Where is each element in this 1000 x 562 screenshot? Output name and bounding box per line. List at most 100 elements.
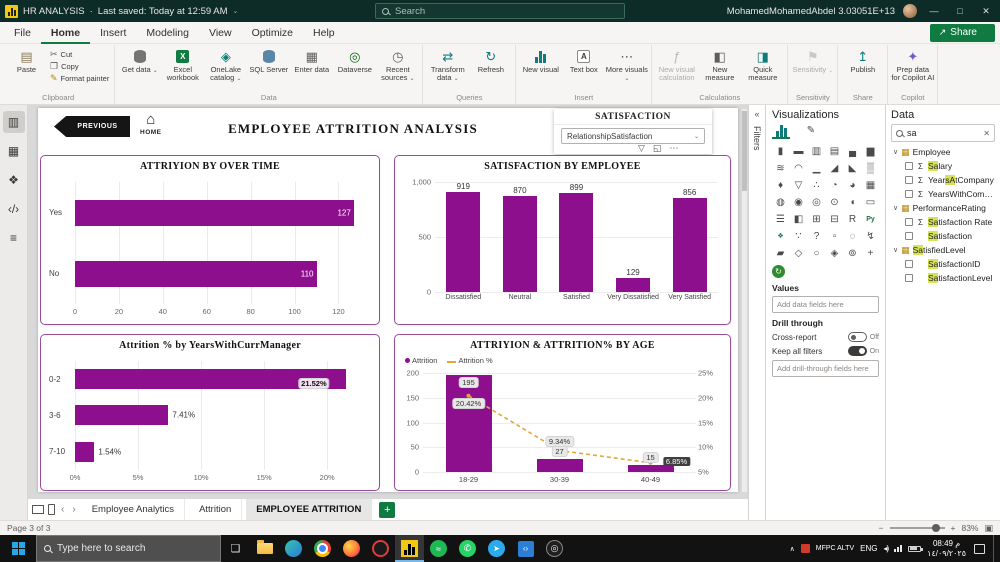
area-chart-icon[interactable]: ◠ [790, 160, 807, 176]
satisfaction-slicer[interactable]: SATISFACTION RelationshipSatisfaction ⌄ [554, 109, 712, 154]
power-bi-taskbar-button[interactable] [395, 535, 424, 562]
maximize-button[interactable]: □ [951, 6, 969, 16]
refresh-button[interactable]: ↻ Refresh [469, 45, 512, 74]
bar-satisfied[interactable] [559, 193, 594, 292]
new-visual-calculation-button[interactable]: ƒ New visual calculation [655, 45, 698, 83]
new-visual-button[interactable]: New visual [519, 45, 562, 74]
report-view[interactable]: ▥ [2, 111, 25, 133]
global-search-box[interactable]: Search [375, 3, 625, 19]
clustered-column-chart-icon[interactable]: ▤ [826, 143, 843, 159]
share-button[interactable]: ↗ Share ⌄ [929, 23, 995, 42]
previous-button[interactable]: PREVIOUS [54, 116, 130, 137]
key-influencers-icon[interactable]: ∵ [790, 228, 807, 244]
field-row-yearsatcompany[interactable]: Σ YearsAtCompany [891, 173, 995, 187]
bar-18-29[interactable] [445, 375, 492, 472]
pie-chart-icon[interactable]: ◔ [826, 177, 843, 193]
decomposition-tree-icon[interactable]: ? [808, 228, 825, 244]
arcgis-map-icon[interactable]: ◇ [790, 245, 807, 261]
more-visuals-button[interactable]: ⋯ More visuals ⌄ [605, 45, 648, 83]
collapse-icon[interactable]: ∨ [893, 204, 898, 212]
zoom-in-icon[interactable]: + [951, 523, 956, 533]
copy-button[interactable]: ❐ Copy [48, 62, 111, 72]
field-checkbox[interactable] [905, 218, 913, 226]
filter-icon[interactable]: ▽ [638, 143, 645, 154]
get-more-visuals-icon[interactable]: ↻ [772, 265, 785, 278]
zoom-slider[interactable] [889, 524, 945, 532]
format-painter-button[interactable]: ✎ Format painter [48, 74, 111, 84]
fit-to-page-icon[interactable]: ▣ [984, 523, 993, 534]
tray-app-icon[interactable] [800, 544, 810, 553]
bar-dissatisfied[interactable] [446, 192, 481, 292]
more-options-icon[interactable]: ⋯ [669, 143, 678, 154]
gauge-icon[interactable]: ◖ [844, 194, 861, 210]
canvas-scrollbar[interactable] [742, 109, 747, 492]
treemap-icon[interactable]: ▦ [862, 177, 879, 193]
field-row-satisfaction-rate[interactable]: Σ Satisfaction Rate [891, 215, 995, 229]
menu-tab-view[interactable]: View [199, 22, 242, 44]
field-checkbox[interactable] [905, 190, 913, 198]
format-visual-tab[interactable]: ✎ [802, 123, 820, 139]
100-stacked-column-chart-icon[interactable]: ▆ [862, 143, 879, 159]
collapse-icon[interactable]: ∨ [893, 246, 898, 254]
onelake-catalog-button[interactable]: ◈ OneLake catalog ⌄ [204, 45, 247, 83]
menu-tab-insert[interactable]: Insert [90, 22, 136, 44]
bar-very-satisfied[interactable] [672, 197, 707, 292]
cross-report-toggle[interactable] [847, 332, 867, 342]
drill-through-field-well[interactable]: Add drill-through fields here [772, 360, 879, 377]
chart-attrition-by-overtime[interactable]: ATTRIYION BY OVER TIME Yes 127 No 110 0 20 40 6… [40, 155, 380, 325]
chart-satisfaction-by-employee[interactable]: SATISFACTION BY EMPLOYEE 0 500 1,000 919 Dis… [394, 155, 731, 325]
clear-search-icon[interactable]: ✕ [983, 129, 990, 138]
python-visual-icon[interactable]: ❖ [772, 228, 789, 244]
minimize-button[interactable]: — [925, 6, 943, 16]
recent-sources-button[interactable]: ◷ Recent sources ⌄ [376, 45, 419, 83]
zoom-slider-thumb[interactable] [932, 524, 941, 532]
opera-taskbar-button[interactable] [366, 535, 395, 562]
model-view[interactable]: ❖ [3, 169, 25, 191]
desktop-view-icon[interactable] [32, 505, 44, 514]
slicer-icon[interactable]: ⊞ [808, 211, 825, 227]
clock[interactable]: 08:49 م ١٤/٠٩/٢٠٢٥ [927, 539, 966, 558]
bar-30-39[interactable] [536, 458, 583, 472]
power-apps-icon[interactable]: ○ [808, 245, 825, 261]
scatter-chart-icon[interactable]: ∴ [808, 177, 825, 193]
expand-panel-icon[interactable]: « [754, 109, 759, 119]
firefox-taskbar-button[interactable] [337, 535, 366, 562]
bar-very-dissatisfied[interactable] [616, 277, 651, 292]
matrix-icon[interactable]: R [844, 211, 861, 227]
autosave-dropdown-icon[interactable]: ⌄ [233, 7, 239, 15]
start-button[interactable] [0, 535, 36, 562]
bar-yes[interactable]: 127 [75, 199, 354, 226]
paste-button[interactable]: ▤ Paste [5, 45, 48, 74]
line-and-stacked-column-chart-icon[interactable]: ◢ [826, 160, 843, 176]
get-data-button[interactable]: Get data ⌄ [118, 45, 161, 75]
focus-mode-icon[interactable]: ◱ [653, 143, 662, 154]
values-field-well[interactable]: Add data fields here [772, 296, 879, 313]
collapse-icon[interactable]: ∨ [893, 148, 898, 156]
field-row-yearswithcompany[interactable]: ΣYearsWithCompany [891, 187, 995, 201]
edge-taskbar-button[interactable] [279, 535, 308, 562]
battery-icon[interactable] [908, 545, 923, 552]
enter-data-button[interactable]: ▦ Enter data [290, 45, 333, 74]
menu-tab-optimize[interactable]: Optimize [242, 22, 303, 44]
mobile-view-icon[interactable] [48, 504, 55, 515]
kpi-icon[interactable]: ◧ [790, 211, 807, 227]
hidden-icons-chevron[interactable]: ∧ [790, 545, 795, 553]
bar-7-10[interactable]: 1.54% [75, 441, 121, 462]
quick-measure-button[interactable]: ◨ Quick measure [741, 45, 784, 83]
page-tab-attrition[interactable]: Attrition [189, 498, 243, 521]
dax-query-view[interactable]: ‹/› [3, 198, 25, 220]
field-row-satisfactionlevel[interactable]: SatisfactionLevel [891, 271, 995, 285]
scrollbar-thumb[interactable] [742, 111, 747, 191]
field-checkbox[interactable] [905, 176, 913, 184]
line-chart-icon[interactable]: ≋ [772, 160, 789, 176]
new-page-button[interactable]: + [379, 501, 396, 518]
qna-visual-icon[interactable]: ▫ [826, 228, 843, 244]
publish-button[interactable]: ↥ Publish [841, 45, 884, 74]
funnel-chart-icon[interactable]: ▽ [790, 177, 807, 193]
text-box-button[interactable]: A Text box [562, 45, 605, 74]
build-visual-tab[interactable] [772, 123, 790, 139]
file-explorer-taskbar-button[interactable] [250, 535, 279, 562]
zoom-out-icon[interactable]: − [879, 523, 884, 533]
bar-neutral[interactable] [502, 196, 537, 292]
menu-tab-help[interactable]: Help [303, 22, 345, 44]
